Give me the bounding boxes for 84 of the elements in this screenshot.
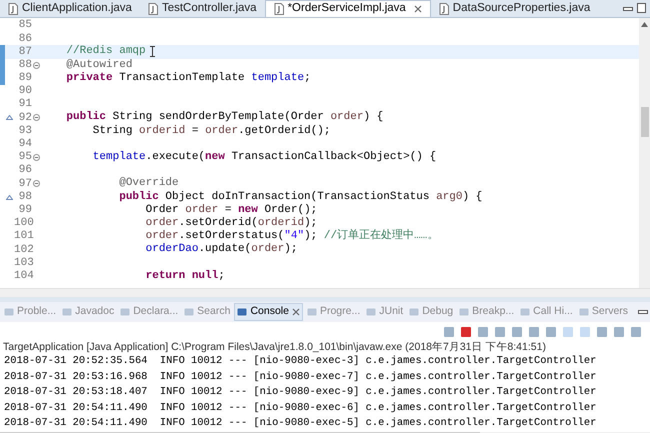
line-number: 99 — [18, 202, 32, 218]
editor-tab[interactable]: ClientApplication.java — [0, 0, 140, 17]
editor-tab[interactable]: TestController.java — [140, 0, 265, 17]
code-line: template.execute(new TransactionCallback<Object>() { — [92, 152, 436, 163]
view-icon — [409, 307, 420, 317]
line-number: 86 — [18, 32, 32, 46]
code-line: orderDao.update(order); — [144, 244, 298, 256]
stop-icon[interactable] — [460, 326, 472, 338]
console-line: 2018-07-31 20:54:11.490 INFO 10012 --- [nio-9080-exec-5] c.e.james.controller.TargetController — [3, 416, 598, 431]
fold-icon[interactable] — [32, 154, 40, 161]
view-tab[interactable]: Declara... — [118, 303, 180, 321]
line-number: 94 — [18, 137, 32, 152]
code-line: private TransactionTemplate template; — [65, 72, 311, 84]
minimize-icon[interactable] — [623, 5, 633, 13]
line-number: 91 — [18, 97, 32, 112]
view-icon — [4, 307, 14, 317]
code-line: order.setOrderstatus("4"); //订单正在处理中……。 — [144, 231, 438, 242]
minimize-icon[interactable] — [638, 308, 648, 316]
java-file-icon — [274, 3, 284, 15]
fold-icon[interactable] — [32, 114, 40, 122]
line-number: 92 — [18, 110, 32, 126]
code-line: @Autowired — [65, 60, 132, 71]
console-line: 2018-07-31 20:53:16.968 INFO 10012 --- [nio-9080-exec-7] c.e.james.controller.TargetController — [3, 370, 598, 384]
view-tab[interactable]: Debug — [407, 303, 456, 321]
view-icon — [62, 307, 72, 317]
line-number: 95 — [18, 150, 32, 164]
code-line: order.setOrderid(orderid); — [144, 218, 318, 229]
line-number: 88 — [18, 58, 32, 72]
code-line: return null; — [144, 270, 225, 282]
view-tab[interactable]: Javadoc — [60, 303, 116, 321]
view-tab[interactable]: Proble... — [2, 303, 58, 321]
horizontal-scrollbar[interactable] — [0, 432, 650, 433]
view-tab[interactable]: Console — [234, 303, 303, 321]
view-tab[interactable]: JUnit — [364, 303, 406, 321]
view-icon — [520, 307, 530, 317]
java-file-icon — [8, 2, 18, 14]
view-icon — [306, 307, 317, 317]
text-cursor-icon — [150, 46, 155, 58]
maximize-icon[interactable] — [637, 3, 646, 13]
line-number: 101 — [14, 229, 32, 244]
code-line: //Redis amqp — [65, 46, 146, 58]
console-line: 2018-07-31 20:52:35.564 INFO 10012 --- [nio-9080-exec-3] c.e.james.controller.TargetController — [3, 354, 598, 369]
line-number: 103 — [14, 256, 32, 270]
line-number: 87 — [18, 44, 32, 60]
console-line: 2018-07-31 20:54:11.490 INFO 10012 --- [nio-9080-exec-6] c.e.james.controller.TargetController — [3, 400, 598, 416]
line-number: 97 — [18, 176, 32, 192]
line-number: 85 — [18, 18, 32, 34]
code-line: @Override — [118, 178, 179, 190]
line-number: 98 — [18, 190, 32, 204]
line-number: 96 — [18, 163, 32, 178]
java-file-icon — [148, 2, 158, 14]
code-line: public Object doInTransaction(TransactionStatus arg0) { — [118, 192, 482, 203]
view-tab[interactable]: Breakp... — [457, 303, 516, 321]
view-tab[interactable]: Progre... — [304, 303, 362, 321]
fold-icon[interactable] — [32, 62, 40, 69]
fold-icon[interactable] — [32, 180, 40, 188]
editor-tab[interactable]: DataSourceProperties.java — [430, 0, 598, 17]
view-tab[interactable]: Call Hi... — [518, 303, 575, 321]
view-icon — [366, 307, 376, 317]
line-number: 104 — [14, 268, 32, 284]
view-icon — [459, 307, 470, 317]
line-number: 100 — [14, 216, 32, 230]
code-line: Order order = new Order(); — [144, 204, 318, 216]
console-title: TargetApplication [Java Application] C:\Program Files\Java\jre1.8.0_101\bin\javaw.exe (2018年7月31日 下午8:41:51) — [2, 341, 547, 354]
view-icon — [184, 307, 194, 317]
code-line: String orderid = order.getOrderid(); — [92, 126, 330, 137]
java-file-icon — [438, 2, 449, 14]
scroll-up-icon[interactable] — [641, 22, 648, 27]
line-number: 89 — [18, 71, 32, 86]
scrollbar-thumb[interactable] — [0, 432, 480, 433]
view-icon — [120, 307, 130, 317]
line-number: 90 — [18, 84, 32, 98]
scrollbar-thumb[interactable] — [640, 107, 648, 137]
editor-tab[interactable]: *OrderServiceImpl.java — [264, 0, 431, 17]
view-tab[interactable]: Search — [182, 303, 232, 321]
code-line: public String sendOrderByTemplate(Order order) { — [65, 112, 384, 124]
view-icon — [578, 307, 589, 317]
line-number: 102 — [14, 242, 32, 258]
console-line: 2018-07-31 20:53:18.407 INFO 10012 --- [nio-9080-exec-9] c.e.james.controller.TargetController — [3, 385, 598, 400]
view-tab[interactable]: Servers — [576, 303, 630, 321]
line-number: 93 — [18, 124, 32, 138]
view-icon — [237, 307, 248, 317]
vertical-scrollbar[interactable] — [639, 18, 650, 288]
horizontal-scrollbar[interactable] — [0, 288, 650, 297]
